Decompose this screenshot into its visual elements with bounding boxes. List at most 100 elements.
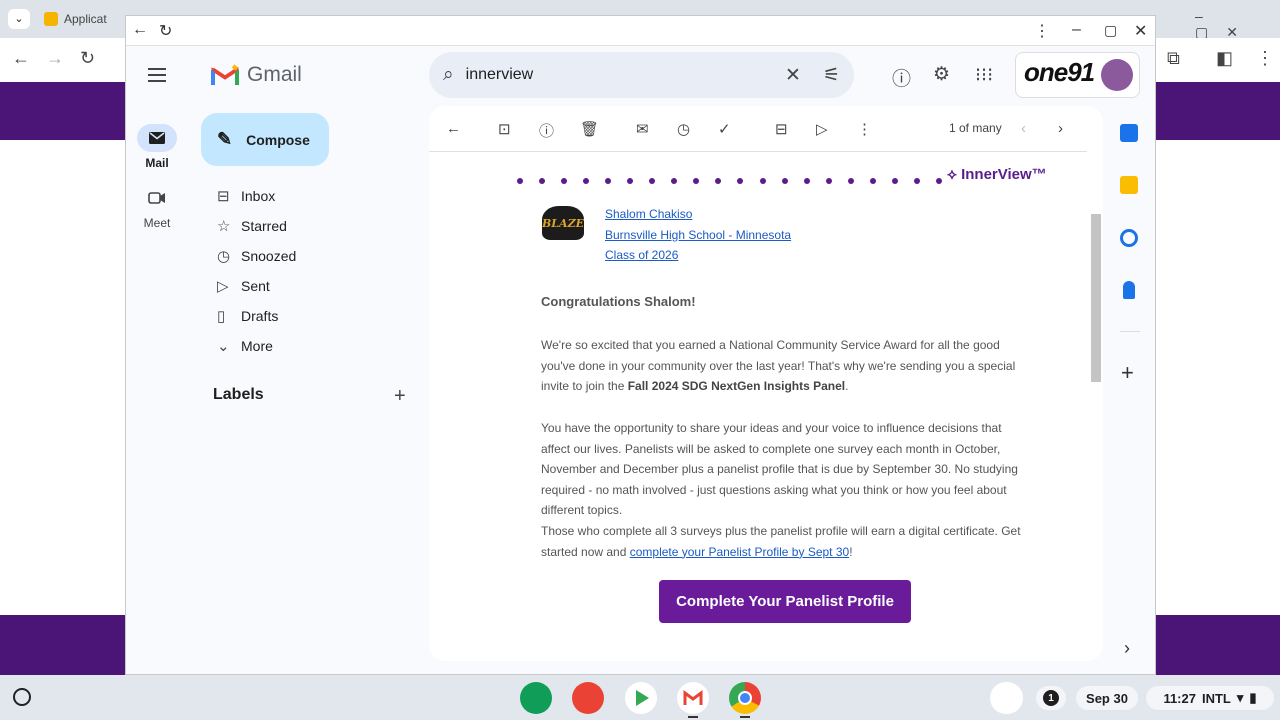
rail-mail[interactable]: Mail	[126, 124, 188, 170]
avatar[interactable]	[1101, 59, 1133, 91]
student-name-link[interactable]: Shalom Chakiso	[605, 207, 692, 221]
apps-grid-icon[interactable]: ⁝⁝⁝	[975, 64, 993, 87]
search-input[interactable]: innerview	[466, 66, 785, 84]
menu-icon[interactable]: ⋮	[1256, 48, 1274, 69]
holding-space-icon[interactable]	[990, 682, 1023, 714]
status-tray[interactable]: 11:27 INTL ▾ ▮	[1146, 686, 1274, 710]
complete-profile-button[interactable]: Complete Your Panelist Profile	[659, 580, 911, 623]
popup-back-icon[interactable]: ←	[132, 21, 148, 39]
forward-icon[interactable]: →	[46, 48, 64, 69]
extensions-icon[interactable]: ⧉	[1167, 48, 1180, 69]
classroom-app-icon[interactable]	[520, 682, 552, 714]
gmail-running-indicator	[688, 716, 698, 718]
labels-heading: Labels	[213, 386, 264, 403]
compose-button[interactable]: ✎ Compose	[201, 113, 329, 166]
minimize-icon[interactable]: –	[1072, 21, 1081, 39]
archive-icon[interactable]: ⊡	[498, 120, 511, 138]
panelist-profile-link[interactable]: complete your Panelist Profile by Sept 3…	[630, 545, 849, 559]
move-to-icon[interactable]: ⊟	[775, 120, 788, 138]
popup-menu-icon[interactable]: ⋮	[1034, 21, 1050, 41]
create-label-icon[interactable]: +	[394, 385, 406, 408]
docs-favicon-icon	[44, 12, 58, 26]
nav-sent[interactable]: ▷ Sent	[201, 271, 421, 301]
greeting: Congratulations Shalom!	[541, 294, 696, 309]
paragraph-invite: We're so excited that you earned a Natio…	[541, 338, 1016, 394]
snooze-icon[interactable]: ◷	[677, 120, 690, 138]
gmail-popup-window: ← ↻ ⋮ – ▢ ✕ Mail Meet Gmail ✎ Compose ⊟ I…	[125, 15, 1156, 675]
chevron-down-icon: ⌄	[217, 338, 230, 355]
popup-reload-icon[interactable]: ↻	[159, 21, 172, 41]
background-window-controls[interactable]: –▢✕	[1195, 8, 1280, 41]
show-side-panel-icon[interactable]: ›	[1124, 638, 1130, 659]
draft-icon: ▯	[217, 308, 226, 325]
chrome-running-indicator	[740, 716, 750, 718]
close-icon[interactable]: ✕	[1134, 21, 1147, 41]
scrollbar-thumb[interactable]	[1091, 214, 1101, 382]
pagination-text: 1 of many	[949, 121, 1002, 135]
battery-icon: ▮	[1249, 690, 1257, 705]
video-icon	[137, 184, 177, 212]
main-menu-icon[interactable]	[148, 68, 166, 86]
search-bar[interactable]: ⌕ innerview ✕ ⚟	[429, 52, 854, 98]
maximize-icon[interactable]: ▢	[1104, 22, 1117, 39]
more-actions-icon[interactable]: ⋮	[857, 120, 872, 138]
keep-icon[interactable]	[1120, 176, 1138, 194]
nav-more[interactable]: ⌄ More	[201, 331, 421, 361]
mark-unread-icon[interactable]: ✉	[636, 120, 649, 138]
gmail-logo[interactable]: Gmail	[211, 63, 302, 87]
notification-badge[interactable]: 1	[1036, 686, 1066, 710]
tab-search-button[interactable]: ⌄	[8, 9, 30, 29]
date-tray[interactable]: Sep 30	[1076, 686, 1138, 710]
pencil-icon: ✎	[217, 129, 233, 149]
account-org-logo[interactable]: one91	[1015, 52, 1140, 98]
email-panel: ← ⊡ ⓘ 🗑 ✉ ◷ ✓ ⊟ ▷ ⋮ 1 of many ‹ › ⟡ Inne…	[429, 106, 1103, 661]
class-year-link[interactable]: Class of 2026	[605, 248, 678, 262]
help-icon[interactable]: ⓘ	[892, 64, 911, 91]
newer-icon[interactable]: ‹	[1021, 120, 1026, 137]
nav-inbox[interactable]: ⊟ Inbox	[201, 181, 421, 211]
delete-icon[interactable]: 🗑	[580, 120, 599, 138]
play-store-icon[interactable]	[625, 682, 657, 714]
school-link[interactable]: Burnsville High School - Minnesota	[605, 228, 791, 242]
send-icon: ▷	[217, 278, 229, 295]
toolbar-divider	[429, 151, 1087, 152]
nav-drafts[interactable]: ▯ Drafts	[201, 301, 421, 331]
reload-icon[interactable]: ↻	[80, 48, 95, 69]
school-crest-logo: BLAZE	[542, 206, 584, 240]
report-spam-icon[interactable]: ⓘ	[539, 120, 554, 141]
nav-starred[interactable]: ☆ Starred	[201, 211, 421, 241]
popup-titlebar	[126, 16, 1155, 46]
paragraph-certificate: Those who complete all 3 surveys plus th…	[541, 524, 1021, 559]
paragraph-details: You have the opportunity to share your i…	[541, 421, 1018, 518]
back-to-list-icon[interactable]: ←	[446, 120, 461, 137]
innerview-logo: ⟡ InnerView™	[947, 166, 1047, 183]
innerview-mark-icon: ⟡	[947, 166, 962, 183]
launcher-icon[interactable]	[13, 688, 31, 706]
clear-search-icon[interactable]: ✕	[785, 64, 801, 87]
calendar-icon[interactable]	[1120, 124, 1138, 142]
search-icon[interactable]: ⌕	[443, 64, 454, 86]
gmail-app-icon[interactable]	[677, 682, 709, 714]
nav-snoozed[interactable]: ◷ Snoozed	[201, 241, 421, 271]
rail-meet[interactable]: Meet	[126, 184, 188, 230]
older-icon[interactable]: ›	[1058, 120, 1063, 137]
settings-gear-icon[interactable]: ⚙	[933, 63, 950, 86]
mail-icon	[137, 124, 177, 152]
side-panel-icon[interactable]: ◧	[1216, 48, 1233, 69]
get-addons-icon[interactable]: +	[1121, 360, 1134, 386]
canvas-app-icon[interactable]	[572, 682, 604, 714]
gmail-m-icon	[211, 64, 239, 85]
add-task-icon[interactable]: ✓	[718, 120, 731, 138]
label-icon[interactable]: ▷	[816, 120, 828, 138]
wifi-icon: ▾	[1236, 690, 1244, 705]
back-icon[interactable]: ←	[12, 48, 30, 69]
search-options-icon[interactable]: ⚟	[823, 64, 840, 87]
tasks-icon[interactable]	[1120, 229, 1138, 247]
inbox-icon: ⊟	[217, 188, 230, 205]
chrome-app-icon[interactable]	[729, 682, 761, 714]
background-tab[interactable]: Applicat	[44, 6, 107, 32]
contacts-icon[interactable]	[1123, 281, 1135, 299]
clock-icon: ◷	[217, 248, 231, 265]
star-icon: ☆	[217, 218, 231, 235]
decorative-dot-row	[517, 178, 942, 184]
